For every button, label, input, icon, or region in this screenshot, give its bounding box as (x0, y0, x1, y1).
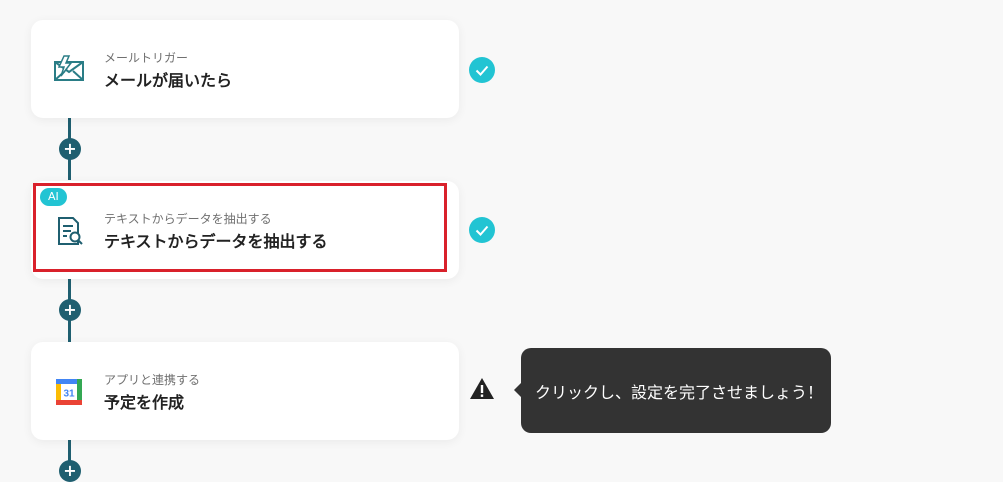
warning-icon (470, 378, 494, 399)
ai-badge: AI (40, 188, 67, 206)
add-step-button[interactable]: + (59, 138, 81, 160)
add-step-button[interactable]: + (59, 460, 81, 482)
google-calendar-icon: 31 (53, 376, 85, 408)
step-title: 予定を作成 (104, 393, 185, 412)
setup-tooltip: クリックし、設定を完了させましょう！ (514, 348, 831, 433)
tooltip-arrow (514, 383, 521, 397)
mail-trigger-icon (53, 54, 85, 86)
check-complete-icon (469, 57, 495, 83)
step-app-label: テキストからデータを抽出する (104, 212, 272, 226)
document-search-icon (53, 215, 85, 247)
flow-step-card-mail-trigger[interactable]: メールトリガー メールが届いたら (31, 20, 459, 118)
tooltip-text: クリックし、設定を完了させましょう！ (535, 383, 824, 402)
step-app-label: メールトリガー (104, 51, 189, 65)
add-step-button[interactable]: + (59, 299, 81, 321)
flow-step-card-ai-extract[interactable]: AI テキストからデータを抽出する テキストからデータを抽出する (31, 181, 459, 279)
check-complete-icon (469, 217, 495, 243)
step-title: テキストからデータを抽出する (104, 232, 328, 251)
step-app-label: アプリと連携する (104, 373, 201, 387)
svg-text:31: 31 (63, 389, 75, 400)
flow-step-card-google-calendar[interactable]: 31 アプリと連携する 予定を作成 (31, 342, 459, 440)
step-title: メールが届いたら (104, 71, 233, 90)
